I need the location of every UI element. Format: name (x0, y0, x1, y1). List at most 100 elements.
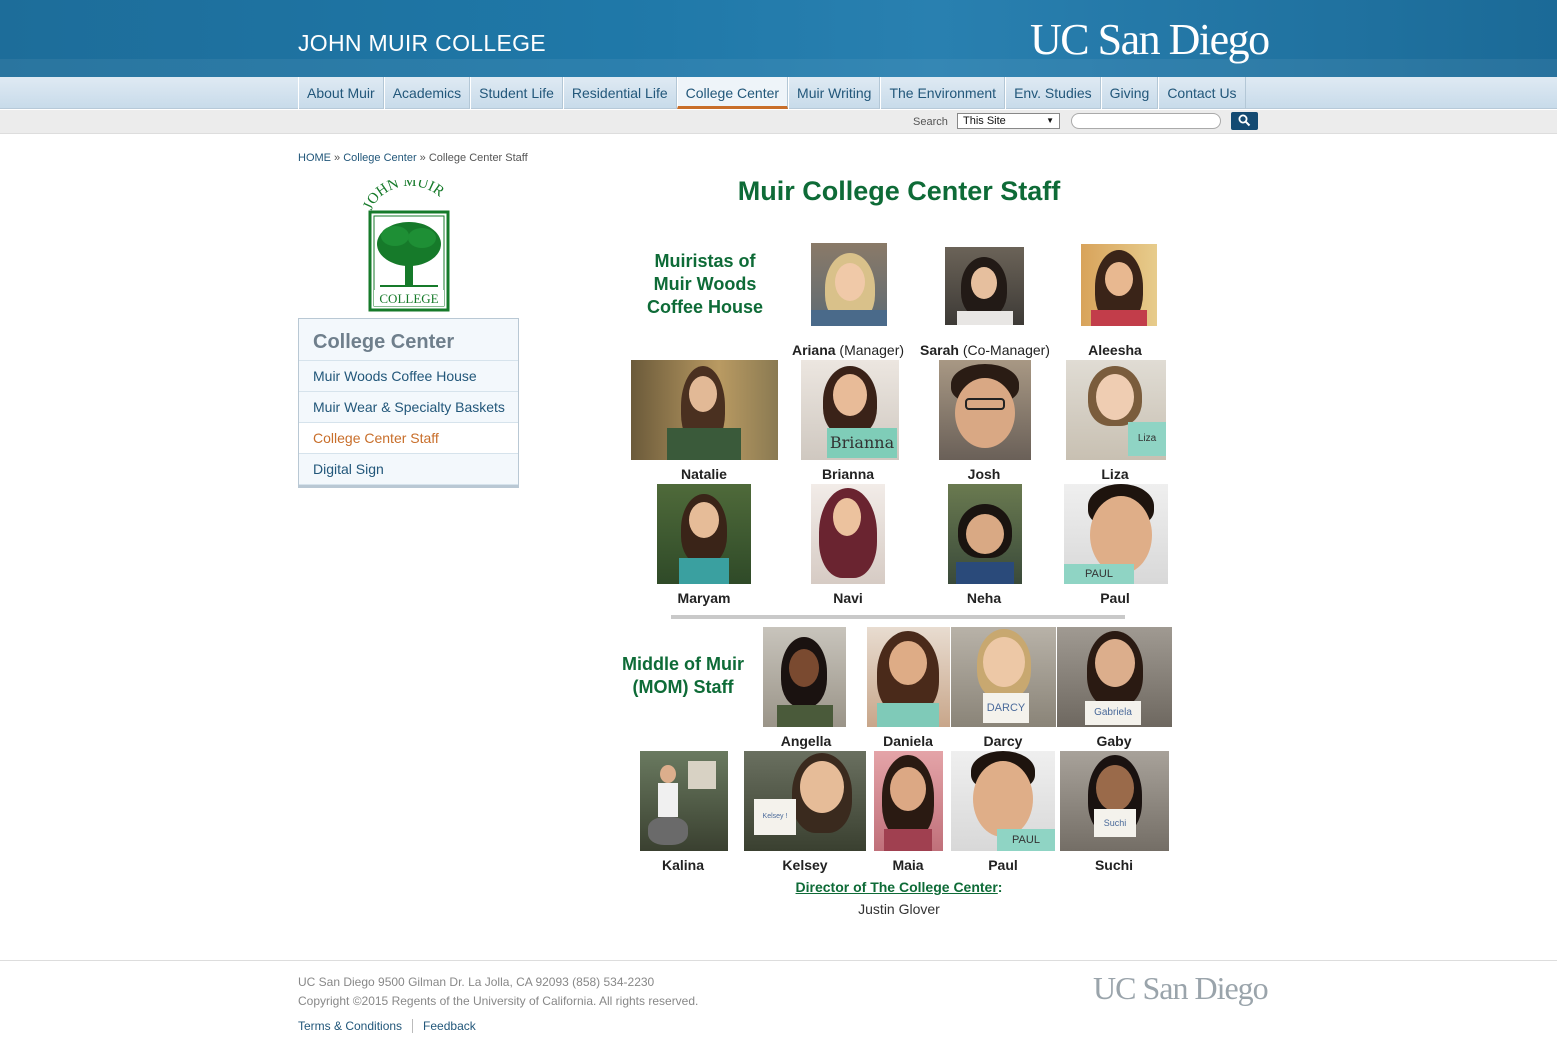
breadcrumb-sep: » (331, 152, 344, 164)
section-divider (671, 615, 1125, 619)
footer-address: UC San Diego 9500 Gilman Dr. La Jolla, C… (298, 975, 655, 989)
name-card-kelsey-text: Kelsey ! (754, 799, 796, 835)
staff-photo-maia (874, 751, 943, 851)
staff-caption-ariana: Ariana (Manager) (773, 342, 923, 358)
search-input[interactable] (1071, 113, 1221, 129)
staff-caption-navi: Navi (773, 590, 923, 606)
section-mom-line1: Middle of Muir (622, 654, 744, 674)
site-header: JOHN MUIR COLLEGE UC San Diego (0, 0, 1557, 77)
staff-caption-paul: Paul (1040, 590, 1190, 606)
search-label: Search (913, 116, 948, 128)
staff-caption-suchi: Suchi (1039, 857, 1189, 873)
staff-photo-suchi: Suchi (1060, 751, 1169, 851)
staff-name-liza: Liza (1101, 466, 1129, 482)
staff-photo-angella (763, 627, 846, 727)
section-mom-label: Middle of Muir (MOM) Staff (608, 653, 758, 699)
staff-name-navi: Navi (833, 590, 863, 606)
staff-photo-sarah (945, 247, 1024, 325)
footer-link-separator (412, 1019, 414, 1033)
staff-caption-neha: Neha (909, 590, 1059, 606)
staff-photo-darcy: DARCY (951, 627, 1056, 727)
staff-photo-paul-mom: PAUL (951, 751, 1055, 851)
nav-about-muir[interactable]: About Muir (298, 77, 384, 109)
footer-link-terms[interactable]: Terms & Conditions (298, 1019, 402, 1033)
staff-name-josh: Josh (967, 466, 1001, 482)
name-card-paul-mom-text: PAUL (997, 829, 1055, 851)
page-title: Muir College Center Staff (737, 176, 1061, 206)
nav-giving[interactable]: Giving (1100, 77, 1159, 109)
staff-photo-brianna: Brianna (801, 360, 899, 460)
staff-name-natalie: Natalie (681, 466, 727, 482)
nav-student-life[interactable]: Student Life (470, 77, 563, 109)
staff-name-paul-mom: Paul (988, 857, 1018, 873)
staff-name-angella: Angella (780, 733, 832, 749)
staff-photo-josh (939, 360, 1031, 460)
name-card-paul-text: PAUL (1064, 564, 1134, 584)
director-colon: : (997, 879, 1003, 895)
staff-name-gaby: Gaby (1096, 733, 1132, 749)
staff-name-neha: Neha (966, 590, 1002, 606)
breadcrumb-current: College Center Staff (428, 152, 528, 164)
breadcrumb: HOME » College Center » College Center S… (298, 152, 528, 164)
staff-name-aleesha: Aleesha (1088, 342, 1142, 358)
search-bar: Search This Site ▼ (0, 110, 1557, 134)
nav-college-center[interactable]: College Center (676, 77, 789, 109)
nav-the-environment[interactable]: The Environment (880, 77, 1006, 109)
breadcrumb-college-center[interactable]: College Center (343, 152, 416, 164)
search-button[interactable] (1231, 112, 1258, 130)
section-muiristas-line1: Muiristas of (654, 251, 756, 271)
staff-name-brianna: Brianna (821, 466, 875, 482)
college-name[interactable]: JOHN MUIR COLLEGE (298, 30, 546, 57)
staff-caption-liza: Liza (1040, 466, 1190, 482)
staff-photo-maryam (657, 484, 751, 584)
name-card-darcy-text: DARCY (983, 693, 1029, 723)
staff-caption-aleesha: Aleesha (1040, 342, 1190, 358)
breadcrumb-sep: » (416, 152, 429, 164)
sidebar-item-muir-wear[interactable]: Muir Wear & Specialty Baskets (299, 392, 518, 423)
svg-text:JOHN MUIR: JOHN MUIR (360, 180, 447, 212)
footer-link-feedback[interactable]: Feedback (423, 1019, 476, 1033)
nav-contact-us[interactable]: Contact Us (1158, 77, 1246, 109)
staff-photo-natalie (631, 360, 778, 460)
staff-name-maryam: Maryam (677, 590, 731, 606)
sidebar-nav: College Center Muir Woods Coffee House M… (298, 318, 519, 488)
main-nav: About Muir Academics Student Life Reside… (0, 77, 1557, 109)
nav-residential-life[interactable]: Residential Life (562, 77, 677, 109)
sidebar-item-coffee-house[interactable]: Muir Woods Coffee House (299, 361, 518, 392)
search-scope-select[interactable]: This Site ▼ (957, 113, 1060, 129)
staff-name-daniela: Daniela (883, 733, 933, 749)
staff-name-paul: Paul (1100, 590, 1130, 606)
nav-muir-writing[interactable]: Muir Writing (788, 77, 881, 109)
section-mom-line2: (MOM) Staff (632, 677, 734, 697)
sidebar-title[interactable]: College Center (299, 319, 518, 361)
staff-photo-daniela (867, 627, 950, 727)
footer-ucsd-logo[interactable]: UC San Diego (1093, 970, 1269, 1007)
name-card-liza-text: Liza (1128, 422, 1166, 456)
staff-name-kelsey: Kelsey (782, 857, 828, 873)
name-card-brianna-text: Brianna (827, 428, 897, 458)
nav-academics[interactable]: Academics (383, 77, 471, 109)
staff-photo-ariana (811, 243, 887, 326)
dropdown-arrow-icon: ▼ (1046, 116, 1054, 125)
sidebar-item-digital-sign[interactable]: Digital Sign (299, 454, 518, 485)
staff-photo-paul: PAUL (1064, 484, 1168, 584)
staff-name-suchi: Suchi (1094, 857, 1134, 873)
director-link[interactable]: Director of The College Center (796, 879, 998, 895)
sidebar-item-college-center-staff[interactable]: College Center Staff (299, 423, 518, 454)
footer-divider (0, 960, 1557, 961)
name-card-suchi-text: Suchi (1094, 809, 1136, 837)
svg-text:COLLEGE: COLLEGE (379, 291, 438, 306)
section-muiristas-line2: Muir Woods (653, 274, 757, 294)
nav-env-studies[interactable]: Env. Studies (1005, 77, 1101, 109)
staff-caption-natalie: Natalie (629, 466, 779, 482)
staff-name-maia: Maia (892, 857, 924, 873)
staff-caption-gaby: Gaby (1039, 733, 1189, 749)
section-muiristas-label: Muiristas of Muir Woods Coffee House (630, 250, 780, 319)
john-muir-college-logo[interactable]: JOHN MUIR COLLEGE (360, 180, 458, 312)
staff-caption-brianna: Brianna (773, 466, 923, 482)
staff-photo-neha (948, 484, 1022, 584)
staff-photo-gaby: Gabriela (1057, 627, 1172, 727)
staff-role-ariana: (Manager) (835, 342, 905, 358)
breadcrumb-home[interactable]: HOME (298, 152, 331, 164)
ucsd-logo[interactable]: UC San Diego (1030, 14, 1270, 65)
